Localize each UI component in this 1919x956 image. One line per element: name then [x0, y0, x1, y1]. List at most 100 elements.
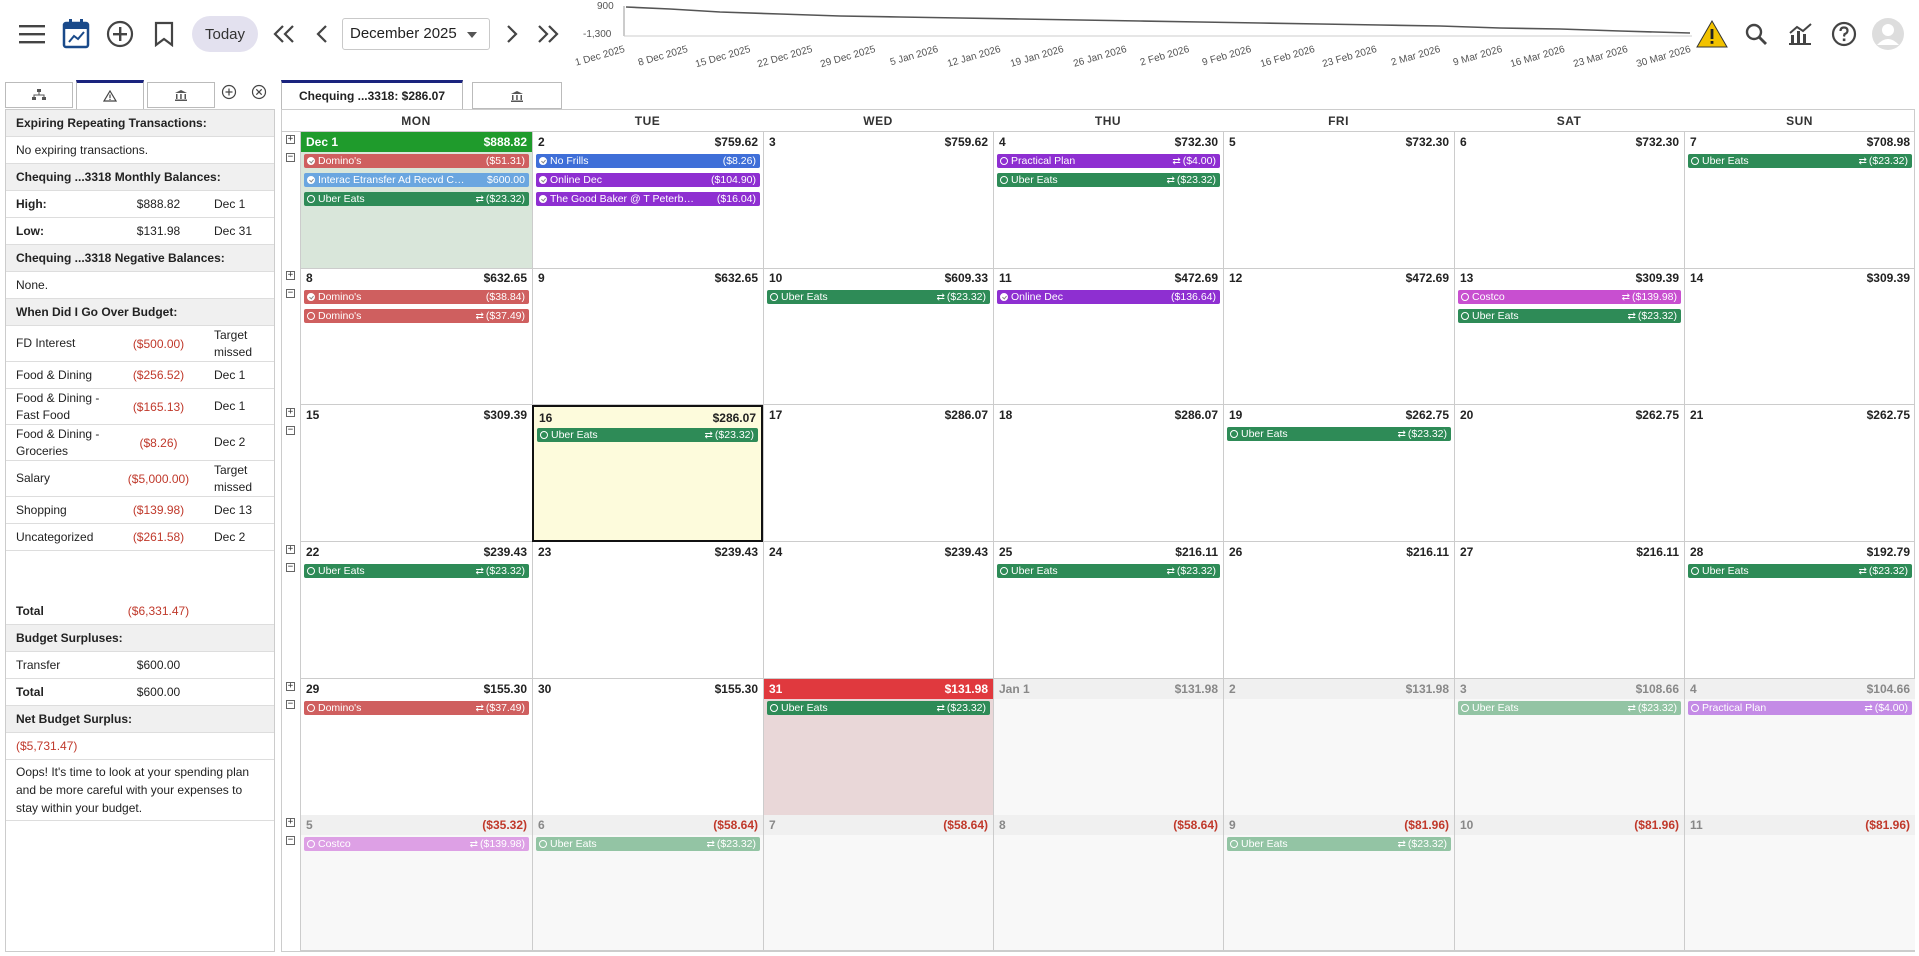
calendar-day[interactable]: 2 $759.62 No Frills ($8.26) Online Dec ($104.…: [532, 132, 763, 269]
transaction-event[interactable]: Uber Eats ⇄ ($23.32): [304, 564, 529, 578]
transaction-event[interactable]: Uber Eats ⇄ ($23.32): [1227, 427, 1451, 441]
calendar-day[interactable]: 24 $239.43: [763, 542, 993, 679]
calendar-day[interactable]: 3 $759.62: [763, 132, 993, 269]
tab-categories[interactable]: [5, 82, 73, 108]
check-circle-icon[interactable]: [307, 176, 315, 184]
calendar-day[interactable]: 11 ($81.96): [1684, 815, 1915, 951]
calendar-day[interactable]: 30 $155.30: [532, 679, 763, 816]
check-circle-icon[interactable]: [307, 293, 315, 301]
transaction-event[interactable]: Practical Plan ⇄ ($4.00): [1688, 701, 1912, 715]
circle-icon[interactable]: [307, 312, 315, 320]
calendar-day[interactable]: 12 $472.69: [1223, 268, 1454, 405]
account-tab-chequing[interactable]: Chequing ...3318: $286.07: [281, 80, 463, 109]
tab-warnings[interactable]: [76, 80, 144, 109]
account-tab-add[interactable]: [472, 82, 562, 109]
circle-icon[interactable]: [770, 293, 778, 301]
circle-icon[interactable]: [1461, 293, 1469, 301]
collapse-week-icon[interactable]: −: [286, 426, 295, 435]
circle-icon[interactable]: [307, 704, 315, 712]
circle-icon[interactable]: [307, 567, 315, 575]
circle-icon[interactable]: [1000, 157, 1008, 165]
circle-icon[interactable]: [1461, 312, 1469, 320]
tab-accounts[interactable]: [147, 82, 215, 108]
transaction-event[interactable]: Uber Eats ⇄ ($23.32): [536, 837, 760, 851]
transaction-event[interactable]: No Frills ($8.26): [536, 154, 760, 168]
calendar-day[interactable]: 29 $155.30 Domino's ⇄ ($37.49): [300, 679, 532, 816]
transaction-event[interactable]: Domino's ($51.31): [304, 154, 529, 168]
calendar-day[interactable]: 18 $286.07: [993, 405, 1223, 542]
transaction-event[interactable]: Domino's ⇄ ($37.49): [304, 309, 529, 323]
transaction-event[interactable]: Online Dec ($136.64): [997, 290, 1220, 304]
calendar-day[interactable]: 27 $216.11: [1454, 542, 1684, 679]
transaction-event[interactable]: Domino's ⇄ ($37.49): [304, 701, 529, 715]
calendar-day[interactable]: 23 $239.43: [532, 542, 763, 679]
circle-icon[interactable]: [1000, 567, 1008, 575]
calendar-day[interactable]: 8 $632.65 Domino's ($38.84) Domino's ⇄ ($37.49…: [300, 268, 532, 405]
transaction-event[interactable]: Uber Eats ⇄ ($23.32): [304, 192, 529, 206]
search-icon[interactable]: [1738, 16, 1774, 52]
expand-week-icon[interactable]: +: [286, 408, 295, 417]
circle-icon[interactable]: [307, 840, 315, 848]
calendar-day[interactable]: 6 ($58.64) Uber Eats ⇄ ($23.32): [532, 815, 763, 951]
calendar-day[interactable]: 11 $472.69 Online Dec ($136.64): [993, 268, 1223, 405]
circle-icon[interactable]: [540, 431, 548, 439]
transaction-event[interactable]: Uber Eats ⇄ ($23.32): [1458, 309, 1681, 323]
calendar-day[interactable]: 8 ($58.64): [993, 815, 1223, 951]
transaction-event[interactable]: Uber Eats ⇄ ($23.32): [997, 173, 1220, 187]
calendar-day[interactable]: 26 $216.11: [1223, 542, 1454, 679]
today-button[interactable]: Today: [192, 16, 258, 52]
collapse-week-icon[interactable]: −: [286, 563, 295, 572]
transaction-event[interactable]: Interac Etransfer Ad Recvd Cale... $600.0…: [304, 173, 529, 187]
calendar-day[interactable]: 20 $262.75: [1454, 405, 1684, 542]
calendar-day[interactable]: 2 $131.98: [1223, 679, 1454, 816]
calendar-day[interactable]: 7 ($58.64): [763, 815, 993, 951]
calendar-day[interactable]: 17 $286.07: [763, 405, 993, 542]
calendar-day[interactable]: Jan 1 $131.98: [993, 679, 1223, 816]
transaction-event[interactable]: Online Dec ($104.90): [536, 173, 760, 187]
calendar-day[interactable]: 10 ($81.96): [1454, 815, 1684, 951]
double-chevron-left-icon[interactable]: [266, 16, 302, 52]
calendar-day[interactable]: 10 $609.33 Uber Eats ⇄ ($23.32): [763, 268, 993, 405]
chevron-right-icon[interactable]: [494, 16, 530, 52]
check-circle-icon[interactable]: [539, 195, 547, 203]
add-panel-icon[interactable]: [221, 84, 237, 105]
circle-icon[interactable]: [1000, 176, 1008, 184]
calendar-day[interactable]: 6 $732.30: [1454, 132, 1684, 269]
check-circle-icon[interactable]: [539, 157, 547, 165]
calendar-day[interactable]: 14 $309.39: [1684, 268, 1915, 405]
collapse-week-icon[interactable]: −: [286, 289, 295, 298]
chevron-left-icon[interactable]: [304, 16, 340, 52]
calendar-day[interactable]: 22 $239.43 Uber Eats ⇄ ($23.32): [300, 542, 532, 679]
add-circle-icon[interactable]: [102, 16, 138, 52]
check-circle-icon[interactable]: [307, 157, 315, 165]
circle-icon[interactable]: [770, 704, 778, 712]
calendar-day[interactable]: 25 $216.11 Uber Eats ⇄ ($23.32): [993, 542, 1223, 679]
transaction-event[interactable]: Uber Eats ⇄ ($23.32): [997, 564, 1220, 578]
calendar-day[interactable]: 5 ($35.32) Costco ⇄ ($139.98): [300, 815, 532, 951]
avatar[interactable]: [1868, 16, 1908, 52]
transaction-event[interactable]: Costco ⇄ ($139.98): [304, 837, 529, 851]
bookmark-icon[interactable]: [146, 16, 182, 52]
circle-icon[interactable]: [1691, 704, 1699, 712]
help-icon[interactable]: [1826, 16, 1862, 52]
transaction-event[interactable]: Uber Eats ⇄ ($23.32): [1688, 154, 1912, 168]
calendar-day[interactable]: 5 $732.30: [1223, 132, 1454, 269]
calendar-day[interactable]: 13 $309.39 Costco ⇄ ($139.98) Uber Eats ⇄ ($23.…: [1454, 268, 1684, 405]
expand-week-icon[interactable]: +: [286, 135, 295, 144]
close-panel-icon[interactable]: [251, 84, 267, 105]
calendar-day[interactable]: 4 $732.30 Practical Plan ⇄ ($4.00) Uber Eats ⇄…: [993, 132, 1223, 269]
calendar-day[interactable]: 21 $262.75: [1684, 405, 1915, 542]
month-select[interactable]: December 2025: [342, 18, 490, 50]
balance-sparkline[interactable]: 900 -1,300 1 Dec 2025 8 Dec 2025 15 Dec 20…: [560, 0, 1700, 70]
menu-icon[interactable]: [14, 16, 50, 52]
circle-icon[interactable]: [1691, 567, 1699, 575]
calendar-day[interactable]: Dec 1 $888.82 Domino's ($51.31) Interac Etra…: [300, 132, 532, 269]
calendar-day[interactable]: 9 ($81.96) Uber Eats ⇄ ($23.32): [1223, 815, 1454, 951]
circle-icon[interactable]: [1230, 840, 1238, 848]
transaction-event[interactable]: Uber Eats ⇄ ($23.32): [1458, 701, 1681, 715]
calendar-chart-icon[interactable]: [58, 16, 94, 52]
circle-icon[interactable]: [307, 195, 315, 203]
transaction-event[interactable]: Uber Eats ⇄ ($23.32): [767, 290, 990, 304]
circle-icon[interactable]: [1691, 157, 1699, 165]
calendar-day[interactable]: 4 $104.66 Practical Plan ⇄ ($4.00): [1684, 679, 1915, 816]
